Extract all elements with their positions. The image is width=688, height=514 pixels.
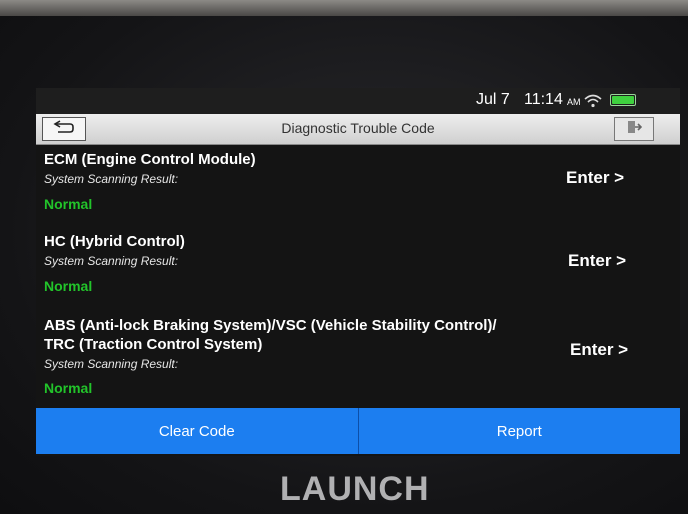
device-top-bezel xyxy=(0,0,688,16)
system-name-line: TRC (Traction Control System) xyxy=(44,336,263,353)
action-bar: Clear Code Report xyxy=(36,408,680,456)
system-name-line: HC (Hybrid Control) xyxy=(44,233,185,250)
system-result-label: System Scanning Result: xyxy=(44,357,179,371)
enter-link-hc[interactable]: Enter > xyxy=(568,251,626,271)
system-result-label: System Scanning Result: xyxy=(44,172,179,186)
status-bar: Jul 7 11:14 AM xyxy=(36,88,680,114)
system-item-abs: ABS (Anti-lock Braking System)/VSC (Vehi… xyxy=(36,309,680,407)
system-item-ecm: ECM (Engine Control Module) System Scann… xyxy=(36,145,680,227)
system-list: ECM (Engine Control Module) System Scann… xyxy=(36,145,680,407)
status-date: Jul 7 xyxy=(476,91,510,108)
enter-link-ecm[interactable]: Enter > xyxy=(566,168,624,188)
exit-door-icon xyxy=(626,119,643,140)
screen: Jul 7 11:14 AM Diagnostic Trouble Code E… xyxy=(36,88,680,456)
wifi-icon xyxy=(584,94,602,113)
brand-logo: LAUNCH xyxy=(280,470,430,508)
system-result-label: System Scanning Result: xyxy=(44,254,179,268)
title-bar: Diagnostic Trouble Code xyxy=(36,114,680,145)
system-result-status: Normal xyxy=(44,380,93,396)
enter-link-abs[interactable]: Enter > xyxy=(570,340,628,360)
system-item-hc: HC (Hybrid Control) System Scanning Resu… xyxy=(36,227,680,309)
system-name-line: ABS (Anti-lock Braking System)/VSC (Vehi… xyxy=(44,317,497,334)
system-name-line: ECM (Engine Control Module) xyxy=(44,151,256,168)
back-button[interactable] xyxy=(42,117,86,141)
report-button[interactable]: Report xyxy=(357,408,680,454)
clear-code-button[interactable]: Clear Code xyxy=(36,408,358,454)
system-result-status: Normal xyxy=(44,278,93,294)
battery-icon xyxy=(610,94,636,106)
tablet-device: Jul 7 11:14 AM Diagnostic Trouble Code E… xyxy=(0,0,688,514)
system-result-status: Normal xyxy=(44,196,93,212)
exit-button[interactable] xyxy=(614,117,654,141)
page-title: Diagnostic Trouble Code xyxy=(281,120,435,136)
status-time: 11:14 xyxy=(524,91,563,108)
back-arrow-icon xyxy=(52,119,76,139)
status-ampm: AM xyxy=(567,97,581,107)
